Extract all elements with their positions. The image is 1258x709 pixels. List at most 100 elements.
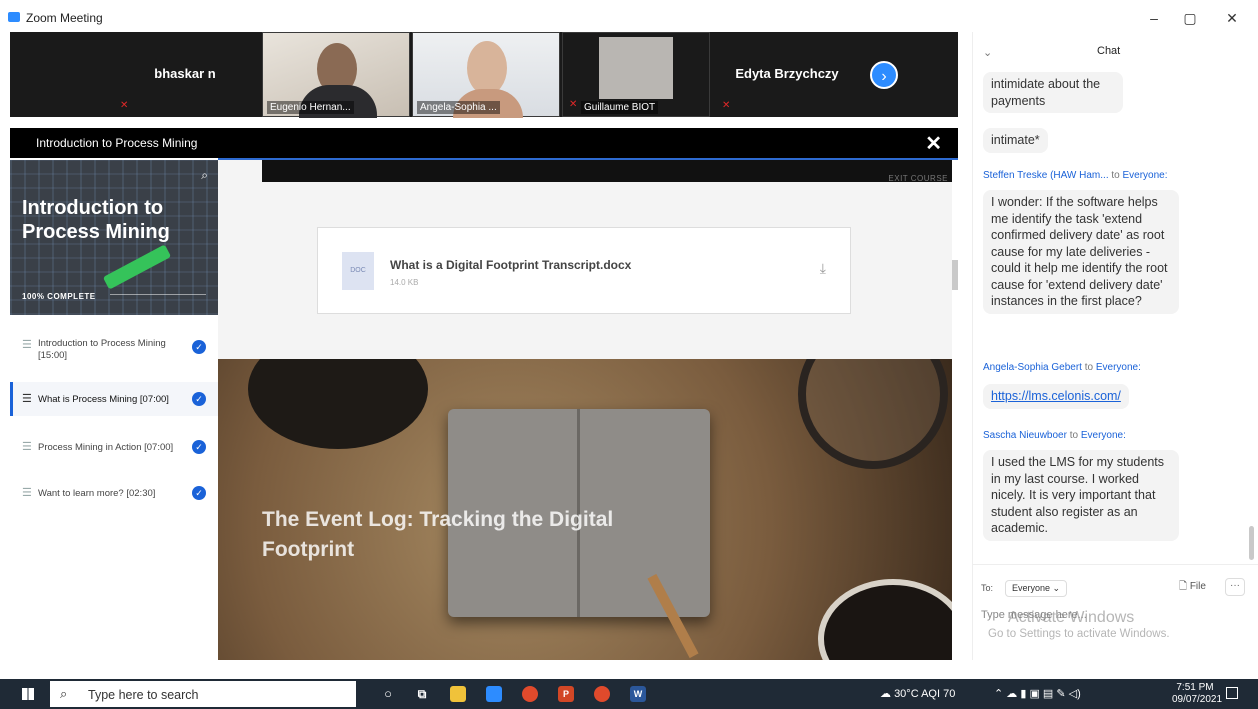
- chrome-icon[interactable]: [522, 686, 538, 702]
- maximize-button[interactable]: ▢: [1178, 8, 1202, 28]
- scrollbar-thumb[interactable]: [952, 260, 958, 290]
- system-tray-icons[interactable]: ⌃ ☁ ▮ ▣ ▤ ✎ ◁): [994, 687, 1081, 700]
- word-icon[interactable]: W: [630, 686, 646, 702]
- lesson-content: EXIT COURSE DOC What is a Digital Footpr…: [218, 160, 952, 660]
- chat-message: I wonder: If the software helps me ident…: [983, 190, 1179, 314]
- download-icon[interactable]: ⤓: [820, 260, 826, 277]
- task-view-icon[interactable]: ⧉: [414, 686, 430, 702]
- taskbar-search-placeholder: Type here to search: [88, 688, 199, 702]
- chat-message-link: https://lms.celonis.com/: [983, 384, 1129, 409]
- chat-scrollbar[interactable]: [1249, 526, 1254, 560]
- participant-video-tile[interactable]: Angela-Sophia ...: [412, 32, 560, 118]
- participant-video-tile[interactable]: ✕ Guillaume BIOT: [562, 32, 710, 117]
- participant-tile[interactable]: Edyta Brzychczy ✕: [712, 32, 862, 117]
- recipient-select[interactable]: Everyone ⌄: [1005, 580, 1068, 597]
- notification-icon[interactable]: [1226, 687, 1238, 699]
- taskbar-clock[interactable]: 7:51 PM 09/07/2021: [1172, 682, 1223, 706]
- lesson-label: Process Mining in Action [07:00]: [38, 442, 174, 453]
- participant-tile[interactable]: bhaskar n ✕: [110, 32, 260, 117]
- chat-sender-line: Angela-Sophia Gebert to Everyone:: [983, 362, 1141, 373]
- muted-mic-icon: ✕: [569, 99, 578, 110]
- participant-video-tile[interactable]: Eugenio Hernan...: [262, 32, 410, 118]
- file-explorer-icon[interactable]: [450, 686, 466, 702]
- participant-name: bhaskar n: [154, 66, 216, 81]
- chevron-down-icon[interactable]: ⌄: [983, 46, 992, 59]
- zoom-taskbar-icon[interactable]: [486, 686, 502, 702]
- magnifying-glass: [798, 359, 948, 469]
- chat-title: Chat: [1097, 45, 1121, 57]
- attachment-card[interactable]: DOC What is a Digital Footprint Transcri…: [317, 227, 851, 314]
- close-window-button[interactable]: ✕: [1220, 8, 1244, 28]
- activation-watermark-title: Activate Windows: [1008, 609, 1135, 626]
- close-course-button[interactable]: ✕: [925, 131, 942, 156]
- lesson-banner-image: The Event Log: Tracking the Digital Foot…: [218, 359, 952, 660]
- course-hero: ⌕ Introduction to Process Mining 100% CO…: [10, 160, 218, 315]
- weather-text: 30°C AQI 70: [894, 688, 956, 700]
- course-sidebar: ⌕ Introduction to Process Mining 100% CO…: [10, 160, 218, 660]
- participant-name: Edyta Brzychczy: [735, 66, 839, 81]
- content-scrollbar[interactable]: [952, 160, 958, 660]
- zoom-app-icon: [8, 12, 20, 22]
- participant-name: Angela-Sophia ...: [417, 101, 500, 114]
- to-word: to: [1069, 430, 1079, 441]
- completion-label: 100% COMPLETE: [22, 292, 96, 301]
- course-header-title: Introduction to Process Mining: [36, 136, 198, 150]
- zoom-window: Zoom Meeting – ▢ ✕ bhaskar n ✕ Eugenio H…: [0, 0, 1258, 709]
- exit-course-link[interactable]: EXIT COURSE: [888, 174, 948, 183]
- chat-sender-line: Steffen Treske (HAW Ham... to Everyone:: [983, 170, 1168, 181]
- check-icon: ✓: [192, 440, 206, 454]
- lesson-list-icon: ☰: [22, 339, 32, 351]
- lesson-item[interactable]: ☰ Introduction to Process Mining [15:00]…: [10, 326, 218, 370]
- taskbar-search[interactable]: ⌕ Type here to search: [50, 681, 356, 707]
- lesson-item[interactable]: ☰ Want to learn more? [02:30] ✓: [10, 480, 218, 514]
- lesson-item-active[interactable]: ☰ What is Process Mining [07:00] ✓: [10, 382, 218, 416]
- chat-message: I used the LMS for my students in my las…: [983, 450, 1179, 541]
- windows-start-icon[interactable]: [22, 688, 34, 700]
- clock-time: 7:51 PM: [1176, 682, 1214, 693]
- course-hero-title: Introduction to Process Mining: [22, 197, 170, 243]
- to-word: to: [1084, 362, 1094, 373]
- coffee-cup: [818, 579, 952, 660]
- clock-date: 09/07/2021: [1172, 694, 1223, 705]
- camera-lens: [248, 359, 428, 449]
- chrome-profile-icon[interactable]: [594, 686, 610, 702]
- lesson-item[interactable]: ☰ Process Mining in Action [07:00] ✓: [10, 432, 218, 466]
- video-strip-remnant: [262, 160, 952, 182]
- course-header: Introduction to Process Mining ✕: [10, 128, 958, 158]
- muted-mic-icon: ✕: [722, 100, 731, 111]
- attachment-name: What is a Digital Footprint Transcript.d…: [390, 258, 632, 272]
- file-button[interactable]: 🗋 File: [1179, 579, 1206, 596]
- title-bar: Zoom Meeting – ▢ ✕: [0, 0, 1258, 32]
- activation-watermark-subtitle: Go to Settings to activate Windows.: [988, 628, 1170, 640]
- active-indicator: [10, 382, 13, 416]
- sender-name[interactable]: Sascha Nieuwboer: [983, 430, 1067, 441]
- more-options-button[interactable]: ···: [1225, 578, 1245, 596]
- to-word: to: [1111, 170, 1120, 181]
- lesson-list-icon: ☰: [22, 393, 32, 405]
- powerpoint-icon[interactable]: P: [558, 686, 574, 702]
- participant-strip: bhaskar n ✕ Eugenio Hernan... Angela-Sop…: [10, 32, 958, 118]
- lesson-label: What is Process Mining [07:00]: [38, 394, 169, 405]
- search-icon: ⌕: [60, 686, 68, 701]
- weather-widget[interactable]: ☁ 30°C AQI 70: [880, 687, 955, 700]
- search-icon[interactable]: ⌕: [201, 168, 208, 183]
- recipient-name: Everyone:: [1080, 430, 1126, 441]
- to-label: To:: [981, 583, 994, 593]
- lesson-list-icon: ☰: [22, 487, 32, 499]
- minimize-button[interactable]: –: [1142, 8, 1166, 28]
- windows-taskbar: ⌕ Type here to search ○ ⧉ P W ☁ 30°C AQI…: [0, 679, 1258, 709]
- sender-name[interactable]: Angela-Sophia Gebert: [983, 362, 1082, 373]
- file-icon: 🗋: [1179, 581, 1188, 592]
- chat-panel: ⌄ Chat intimidate about the payments int…: [972, 32, 1258, 660]
- chat-message: intimidate about the payments: [983, 72, 1123, 113]
- sender-name[interactable]: Steffen Treske (HAW Ham...: [983, 170, 1109, 181]
- next-participants-button[interactable]: ›: [870, 61, 898, 89]
- section-title: The Event Log: Tracking the Digital Foot…: [262, 508, 614, 561]
- chat-message: intimate*: [983, 128, 1048, 153]
- check-icon: ✓: [192, 340, 206, 354]
- chat-sender-line: Sascha Nieuwboer to Everyone:: [983, 430, 1126, 441]
- cortana-icon[interactable]: ○: [380, 686, 396, 702]
- participant-face: [467, 41, 507, 95]
- chat-link[interactable]: https://lms.celonis.com/: [991, 389, 1121, 403]
- participant-video: [599, 37, 673, 99]
